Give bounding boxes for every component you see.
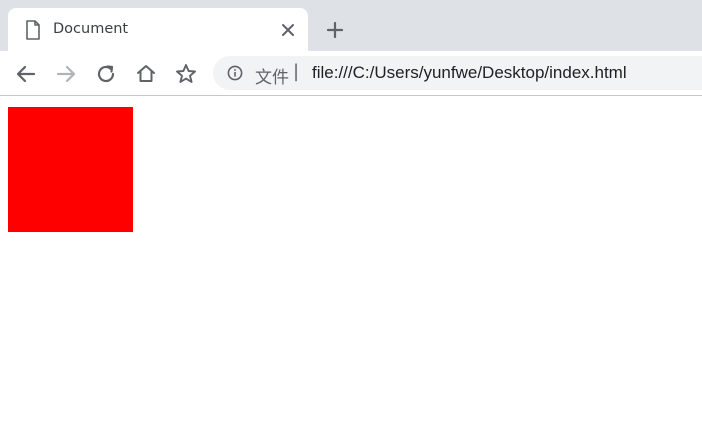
- tab-strip: Document: [0, 0, 702, 51]
- new-tab-button[interactable]: [325, 20, 345, 40]
- close-icon[interactable]: [281, 22, 295, 36]
- address-bar[interactable]: 文件 | file:///C:/Users/yunfwe/Desktop/ind…: [213, 56, 702, 90]
- url-text[interactable]: file:///C:/Users/yunfwe/Desktop/index.ht…: [312, 63, 627, 83]
- url-separator: |: [293, 61, 300, 82]
- arrow-right-icon: [56, 65, 76, 83]
- info-icon[interactable]: [227, 65, 243, 81]
- plus-icon: [326, 21, 344, 39]
- forward-button[interactable]: [54, 62, 78, 86]
- back-button[interactable]: [14, 62, 38, 86]
- arrow-left-icon: [16, 65, 36, 83]
- browser-window: Document 文件 | file:///C:/Users/yunfwe/De…: [0, 0, 702, 441]
- home-icon: [137, 65, 155, 82]
- tab-document[interactable]: Document: [8, 8, 308, 51]
- tab-title: Document: [53, 21, 129, 37]
- home-button[interactable]: [134, 62, 158, 86]
- reload-button[interactable]: [94, 62, 118, 86]
- document-icon: [25, 20, 41, 40]
- page-content: [0, 97, 702, 441]
- reload-icon: [97, 65, 115, 83]
- url-scheme-label: 文件: [255, 68, 289, 88]
- toolbar: 文件 | file:///C:/Users/yunfwe/Desktop/ind…: [0, 51, 702, 96]
- red-square: [8, 107, 133, 232]
- bookmark-button[interactable]: [174, 62, 198, 86]
- star-icon: [176, 64, 196, 83]
